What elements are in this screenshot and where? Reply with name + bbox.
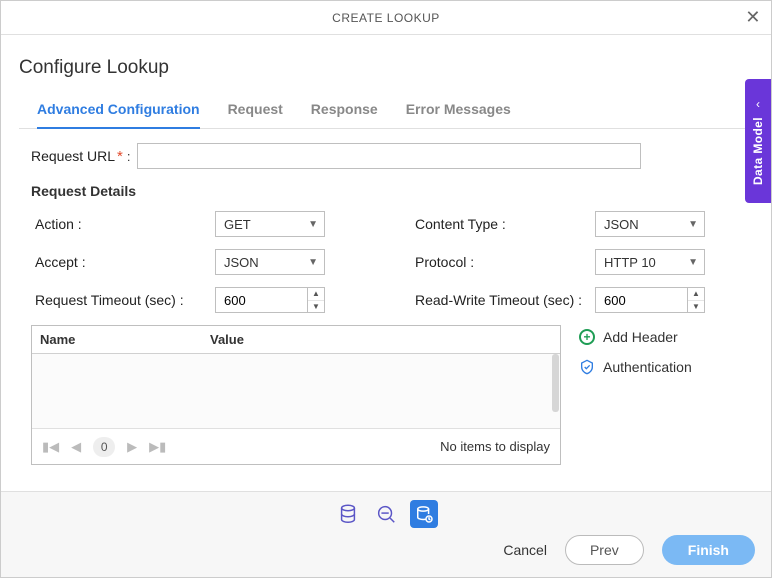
pager-page-number: 0 [93,437,115,457]
chevron-down-icon: ▼ [688,257,698,268]
pager-first-icon[interactable]: ▮◀ [42,439,59,455]
headers-area: Name Value ▮◀ ◀ 0 ▶ ▶▮ No items to displ… [31,325,753,465]
footer-source-icons [17,500,755,528]
tab-advanced-configuration[interactable]: Advanced Configuration [37,93,200,129]
content-type-select[interactable]: JSON ▼ [595,211,705,237]
cancel-button[interactable]: Cancel [503,542,547,558]
add-header-button[interactable]: + Add Header [579,329,692,345]
tab-error-messages[interactable]: Error Messages [406,93,511,128]
required-asterisk: * [117,148,123,165]
chevron-down-icon: ▼ [308,219,318,230]
content-type-label: Content Type : [415,216,595,232]
headers-table-body [32,354,560,428]
readwrite-timeout-input[interactable] [595,287,687,313]
dialog-title: CREATE LOOKUP [332,11,440,25]
shield-check-icon [579,359,595,375]
finish-button[interactable]: Finish [662,535,755,565]
content-type-value: JSON [604,217,639,232]
accept-label: Accept : [35,254,215,270]
dialog-footer: Cancel Prev Finish [1,491,771,577]
footer-buttons: Cancel Prev Finish [17,535,755,565]
headers-side-actions: + Add Header Authentication [579,325,692,465]
action-label: Action : [35,216,215,232]
request-timeout-label: Request Timeout (sec) : [35,292,215,308]
tab-response[interactable]: Response [311,93,378,128]
dialog-titlebar: CREATE LOOKUP ✕ [1,1,771,35]
lookup-source-icon[interactable] [372,500,400,528]
protocol-value: HTTP 10 [604,255,656,270]
pager-last-icon[interactable]: ▶▮ [149,439,166,455]
headers-table-head: Name Value [32,326,560,354]
request-timeout-input[interactable] [215,287,307,313]
dialog-content: Configure Lookup Advanced Configuration … [1,35,771,491]
headers-table: Name Value ▮◀ ◀ 0 ▶ ▶▮ No items to displ… [31,325,561,465]
spinner-buttons: ▲ ▼ [687,287,705,313]
request-url-input[interactable] [137,143,641,169]
spinner-up-icon[interactable]: ▲ [688,288,704,301]
readwrite-timeout-label: Read-Write Timeout (sec) : [415,292,595,308]
request-details-heading: Request Details [31,183,753,199]
action-select[interactable]: GET ▼ [215,211,325,237]
authentication-label: Authentication [603,359,692,375]
data-model-rail[interactable]: ‹ Data Model [745,79,771,203]
pager-next-icon[interactable]: ▶ [127,439,137,455]
spinner-buttons: ▲ ▼ [307,287,325,313]
close-icon[interactable]: ✕ [745,7,761,28]
accept-select[interactable]: JSON ▼ [215,249,325,275]
rest-source-icon[interactable] [410,500,438,528]
request-url-row: Request URL * : [31,143,753,169]
authentication-button[interactable]: Authentication [579,359,692,375]
request-timeout-stepper[interactable]: ▲ ▼ [215,287,355,313]
chevron-left-icon: ‹ [756,97,760,111]
col-name: Name [32,326,202,353]
colon: : [127,149,131,164]
pager-empty-message: No items to display [440,439,550,454]
scrollbar-thumb[interactable] [552,354,559,412]
page-title: Configure Lookup [19,57,753,79]
tab-request[interactable]: Request [228,93,283,128]
plus-circle-icon: + [579,329,595,345]
form-area: Request URL * : Request Details Action :… [19,129,753,465]
prev-button[interactable]: Prev [565,535,644,565]
spinner-down-icon[interactable]: ▼ [308,301,324,313]
protocol-select[interactable]: HTTP 10 ▼ [595,249,705,275]
headers-pager: ▮◀ ◀ 0 ▶ ▶▮ No items to display [32,428,560,464]
database-source-icon[interactable] [334,500,362,528]
request-url-label: Request URL [31,148,115,164]
add-header-label: Add Header [603,329,678,345]
request-details-grid: Action : GET ▼ Content Type : JSON ▼ Acc… [31,211,753,313]
tab-bar: Advanced Configuration Request Response … [19,93,753,129]
spinner-up-icon[interactable]: ▲ [308,288,324,301]
col-value: Value [202,326,252,353]
pager-prev-icon[interactable]: ◀ [71,439,81,455]
spinner-down-icon[interactable]: ▼ [688,301,704,313]
chevron-down-icon: ▼ [308,257,318,268]
protocol-label: Protocol : [415,254,595,270]
action-value: GET [224,217,251,232]
readwrite-timeout-stepper[interactable]: ▲ ▼ [595,287,715,313]
data-model-rail-label: Data Model [751,117,765,185]
create-lookup-dialog: CREATE LOOKUP ✕ Configure Lookup Advance… [0,0,772,578]
chevron-down-icon: ▼ [688,219,698,230]
accept-value: JSON [224,255,259,270]
